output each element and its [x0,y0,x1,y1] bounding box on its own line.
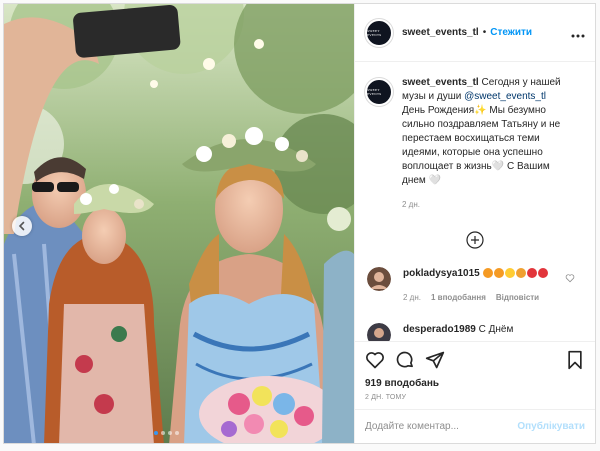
fire-emoji-icon [482,268,493,279]
thumbs-up-emoji-icon [504,268,515,279]
comment-item: pokladysya1015 2 дн. 1 вподобання Відпов… [365,267,585,305]
caption-username[interactable]: sweet_events_tl [402,77,479,88]
post-photo-image [4,4,354,443]
heart-outline-icon [565,274,575,283]
post-actions: 919 вподобань 2 ДН. ТОМУ [355,341,595,409]
instagram-post-card: SWEET EVENTS sweet_events_tl • Стежити S… [3,3,596,444]
avatar [367,323,391,341]
comment-button[interactable] [395,350,415,370]
more-options-button[interactable] [571,25,585,41]
comment-bubble-icon [396,351,413,368]
commenter-avatar[interactable] [367,323,391,341]
avatar[interactable]: SWEET EVENTS [365,18,393,47]
post-photo[interactable] [4,4,354,443]
comment-time[interactable]: 2 дн. [403,291,421,305]
comment-username[interactable]: pokladysya1015 [403,268,480,279]
comment-body: desperado1989 С Днём [403,323,513,341]
comments-section[interactable]: SWEET EVENTS sweet_events_tl Сегодня у н… [355,62,595,341]
save-button[interactable] [565,350,585,370]
plus-circle-icon [466,231,484,249]
commenter-avatar[interactable] [367,267,391,291]
reply-button[interactable]: Відповісти [496,291,539,305]
share-button[interactable] [425,350,445,370]
caption-rest: День Рождения✨ Мы безумно сильно поздрав… [402,105,561,186]
bookmark-icon [568,350,582,370]
caption-time[interactable]: 2 дн. [402,198,562,212]
heart-icon [366,352,384,369]
fire-emoji-icon [493,268,504,279]
avatar[interactable]: SWEET EVENTS [365,78,393,106]
action-icons [365,350,585,370]
comment-username[interactable]: desperado1989 [403,324,476,335]
post-author-username[interactable]: sweet_events_tl [402,27,479,38]
heart-emoji-icon [537,268,548,279]
load-more-comments-button[interactable] [365,231,585,249]
carousel-dot [168,431,172,435]
likes-count[interactable]: 919 вподобань [365,378,585,389]
avatar-logo-text: SWEET EVENTS [367,88,382,96]
carousel-dot [161,431,165,435]
comment-likes[interactable]: 1 вподобання [431,291,486,305]
add-comment-bar: Опублікувати [355,409,595,443]
caption-text: sweet_events_tl Сегодня у нашей музы и д… [402,76,562,212]
post-caption: SWEET EVENTS sweet_events_tl Сегодня у н… [365,76,585,212]
comment-text: С Днём [478,324,514,335]
carousel-dot [175,431,179,435]
heart-eyes-emoji-icon [515,268,526,279]
comment-like-button[interactable] [565,273,575,286]
comment-item: desperado1989 С Днём [365,323,585,341]
avatar-logo-text: SWEET EVENTS [367,28,382,37]
publish-button[interactable]: Опублікувати [517,421,585,432]
comment-meta: 2 дн. 1 вподобання Відповісти [403,291,548,305]
post-side-panel: SWEET EVENTS sweet_events_tl • Стежити S… [354,4,595,443]
avatar [367,267,391,291]
paper-plane-icon [425,351,445,369]
carousel-dot [154,431,158,435]
header-separator: • [482,27,487,38]
comment-body: pokladysya1015 2 дн. 1 вподобання Відпов… [403,267,548,305]
like-button[interactable] [365,350,385,370]
carousel-indicator [154,431,179,435]
comment-emoji-text [482,268,548,279]
caption-mention[interactable]: @sweet_events_tl [464,91,546,102]
post-header: SWEET EVENTS sweet_events_tl • Стежити [355,4,595,62]
comment-input[interactable] [365,421,518,432]
carousel-prev-button[interactable] [12,216,32,236]
follow-button[interactable]: Стежити [490,27,532,38]
more-horizontal-icon [571,34,585,37]
post-timestamp[interactable]: 2 ДН. ТОМУ [365,394,585,401]
heart-emoji-icon [526,268,537,279]
chevron-left-icon [18,221,25,231]
